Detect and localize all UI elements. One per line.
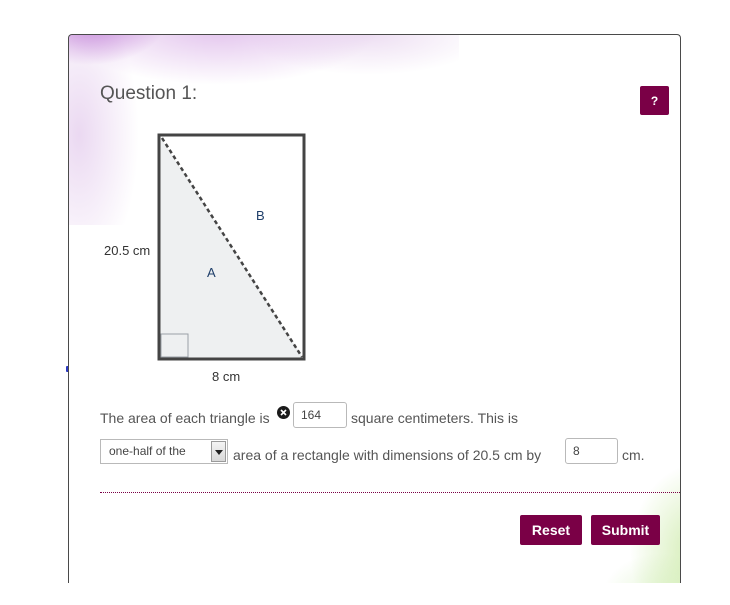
triangle-a-label: A: [207, 265, 216, 280]
width-input[interactable]: 8: [565, 438, 618, 464]
fraction-dropdown[interactable]: one-half of the: [100, 439, 228, 464]
height-label: 20.5 cm: [104, 243, 151, 258]
rectangle-figure: 20.5 cm 8 cm A B: [89, 127, 389, 389]
section-divider: [100, 492, 680, 493]
triangle-b-label: B: [256, 208, 265, 223]
reset-button[interactable]: Reset: [520, 515, 582, 545]
sentence-part-1: The area of each triangle is: [100, 410, 270, 426]
dropdown-selected-value: one-half of the: [109, 444, 186, 458]
width-label: 8 cm: [212, 369, 241, 384]
help-button[interactable]: ?: [640, 86, 669, 115]
question-title: Question 1:: [100, 83, 198, 104]
sentence-part-3: area of a rectangle with dimensions of 2…: [233, 447, 542, 463]
x-icon: [280, 409, 287, 416]
question-card: Question 1: ? 20.5 cm 8 cm A B The area …: [68, 34, 681, 583]
area-input[interactable]: 164: [293, 402, 347, 428]
chevron-down-icon[interactable]: [211, 441, 226, 462]
rectangle-diagram: [157, 133, 306, 361]
unit-label: cm.: [622, 447, 645, 463]
clear-answer-icon[interactable]: [277, 406, 290, 419]
sentence-part-2: square centimeters. This is: [351, 410, 519, 426]
submit-button[interactable]: Submit: [591, 515, 660, 545]
